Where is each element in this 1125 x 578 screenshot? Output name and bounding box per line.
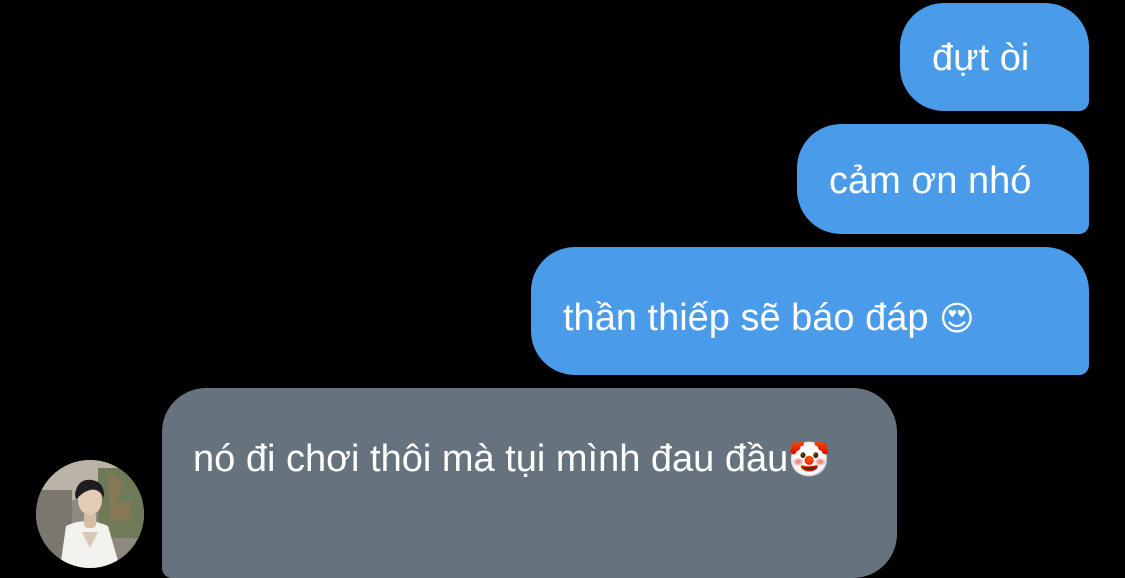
message-text: nó đi chơi thôi mà tụi mình đau đầu: [193, 438, 789, 480]
message-text: cảm ơn nhó: [829, 160, 1032, 202]
message-text: đựt òi: [932, 37, 1030, 79]
profile-photo-icon: [36, 460, 144, 568]
sender-avatar[interactable]: [36, 460, 144, 568]
outgoing-message-bubble[interactable]: đựt òi: [900, 3, 1089, 111]
chat-thread: đựt òi cảm ơn nhó thần thiếp sẽ báo đáp …: [0, 0, 1125, 578]
outgoing-message-bubble[interactable]: cảm ơn nhó: [797, 124, 1089, 234]
heart-eyes-emoji: 😍: [939, 299, 975, 339]
outgoing-message-bubble[interactable]: thần thiếp sẽ báo đáp 😍: [531, 247, 1089, 375]
incoming-message-bubble[interactable]: nó đi chơi thôi mà tụi mình đau đầu🤡: [162, 388, 897, 578]
message-text: thần thiếp sẽ báo đáp: [563, 297, 929, 339]
clown-emoji: 🤡: [788, 440, 831, 480]
